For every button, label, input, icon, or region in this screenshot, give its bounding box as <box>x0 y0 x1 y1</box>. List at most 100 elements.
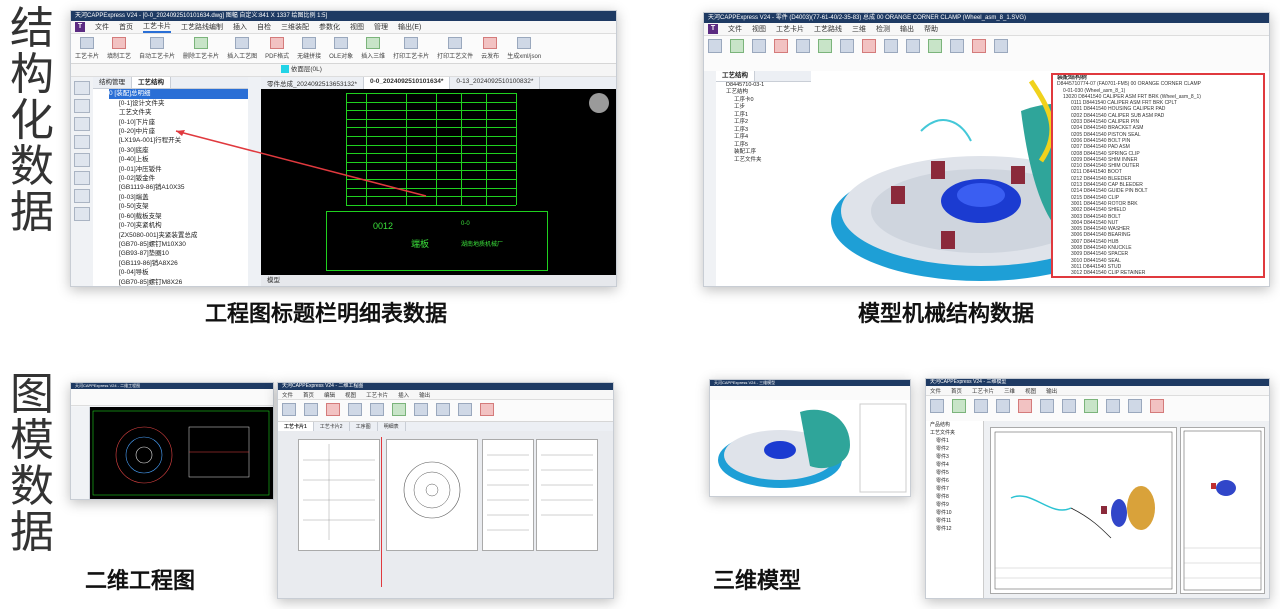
menu-item[interactable]: 文件 <box>930 387 941 395</box>
ribbon-button[interactable] <box>436 403 450 418</box>
document-tab[interactable]: 明细表 <box>378 422 406 431</box>
ribbon-button[interactable] <box>282 403 296 418</box>
menu-item[interactable]: 视图 <box>1025 387 1036 395</box>
menu-item[interactable]: 编辑 <box>324 391 335 399</box>
tree-item[interactable]: 工步 <box>726 104 811 112</box>
menu-item[interactable]: 帮助 <box>924 24 938 34</box>
tree-item[interactable]: 零件12 <box>930 525 983 533</box>
ribbon-button[interactable] <box>708 39 722 68</box>
ribbon-button[interactable] <box>480 403 494 418</box>
drawing-sheet[interactable] <box>482 439 534 551</box>
menu-item[interactable]: 工艺卡片 <box>776 24 804 34</box>
document-tab[interactable]: 工序图 <box>350 422 378 431</box>
menu-item[interactable]: 首页 <box>951 387 962 395</box>
menu-item[interactable]: 视图 <box>752 24 766 34</box>
ribbon-button[interactable] <box>950 39 964 68</box>
menu-item[interactable]: 工艺卡片 <box>366 391 388 399</box>
ribbon-button[interactable] <box>994 39 1008 68</box>
ribbon-button[interactable] <box>1106 399 1120 418</box>
tree-item[interactable]: 零件3 <box>930 453 983 461</box>
ribbon-button[interactable] <box>326 403 340 418</box>
tree-item[interactable]: 产品结构 <box>930 421 983 429</box>
process-sheet[interactable] <box>990 427 1177 594</box>
ribbon-button[interactable] <box>796 39 810 68</box>
bom-item[interactable]: 3013 D8441540 SENSOR <box>1057 277 1263 279</box>
ribbon-button[interactable] <box>1018 399 1032 418</box>
category-char: 构 <box>10 49 54 100</box>
tree-item[interactable]: 工序4 <box>726 134 811 142</box>
ribbon-button[interactable] <box>414 403 428 418</box>
cad-drawing-canvas[interactable] <box>89 407 273 499</box>
menu-item[interactable]: 工艺卡片 <box>972 387 994 395</box>
ribbon-button[interactable] <box>774 39 788 68</box>
menu-item[interactable]: 首页 <box>303 391 314 399</box>
tree-item[interactable]: D8445710-03-1 <box>726 82 811 90</box>
tree-item[interactable]: 装配工序 <box>726 149 811 157</box>
menu-item[interactable]: 插入 <box>398 391 409 399</box>
tree-item[interactable]: 工序1 <box>726 112 811 120</box>
ribbon-button[interactable] <box>458 403 472 418</box>
ribbon-toolbar <box>704 36 1269 72</box>
ribbon-button[interactable] <box>1040 399 1054 418</box>
ribbon-button[interactable] <box>730 39 744 68</box>
tree-item[interactable]: 工艺结构 <box>726 89 811 97</box>
ribbon-button[interactable] <box>1150 399 1164 418</box>
ribbon-button[interactable] <box>906 39 920 68</box>
tree-item[interactable]: 零件11 <box>930 517 983 525</box>
3d-model-viewport[interactable]: 装配结构树 D8445710774-07 (FA0701-FM5) 00 ORA… <box>811 71 1269 286</box>
tree-item[interactable]: 零件2 <box>930 445 983 453</box>
tree-item[interactable]: 工艺文件夹 <box>726 157 811 165</box>
drawing-sheet[interactable] <box>536 439 598 551</box>
ribbon-button[interactable] <box>974 399 988 418</box>
menu-item[interactable]: 文件 <box>728 24 742 34</box>
menu-item[interactable]: 视图 <box>345 391 356 399</box>
tree-item[interactable]: 零件1 <box>930 437 983 445</box>
window-title: 天河CAPPExpress V24 - 三维模型 <box>926 379 1269 386</box>
tree-item[interactable]: 零件10 <box>930 509 983 517</box>
tree-item[interactable]: 工序5 <box>726 142 811 150</box>
3d-model-viewport[interactable] <box>710 400 910 496</box>
menu-item[interactable]: 输出 <box>1046 387 1057 395</box>
menu-item[interactable]: 三维 <box>1004 387 1015 395</box>
tree-item[interactable]: 工艺文件夹 <box>930 429 983 437</box>
menu-item[interactable]: 输出 <box>900 24 914 34</box>
drawing-sheet[interactable] <box>298 439 380 551</box>
tree-item[interactable]: 工序3 <box>726 127 811 135</box>
ribbon-button[interactable] <box>1128 399 1142 418</box>
ribbon-button[interactable] <box>370 403 384 418</box>
menu-item[interactable]: 输出 <box>419 391 430 399</box>
tree-item[interactable]: 零件8 <box>930 493 983 501</box>
ribbon-button[interactable] <box>884 39 898 68</box>
tree-item[interactable]: 零件6 <box>930 477 983 485</box>
ribbon-button[interactable] <box>928 39 942 68</box>
drawing-sheet[interactable] <box>386 439 478 551</box>
ribbon-button[interactable] <box>972 39 986 68</box>
tree-item[interactable]: 零件7 <box>930 485 983 493</box>
ribbon-button[interactable] <box>304 403 318 418</box>
menu-item[interactable]: 检测 <box>876 24 890 34</box>
ribbon-button[interactable] <box>752 39 766 68</box>
tree-item[interactable]: 零件9 <box>930 501 983 509</box>
menu-item[interactable]: 文件 <box>282 391 293 399</box>
ribbon-button[interactable] <box>1084 399 1098 418</box>
ribbon-button[interactable] <box>952 399 966 418</box>
process-sheet[interactable] <box>1180 427 1265 594</box>
tree-item[interactable]: 工序2 <box>726 119 811 127</box>
menu-item[interactable]: 三维 <box>852 24 866 34</box>
ribbon-button[interactable] <box>840 39 854 68</box>
menu-item[interactable]: 工艺路线 <box>814 24 842 34</box>
ribbon-button[interactable] <box>1062 399 1076 418</box>
ribbon-button[interactable] <box>862 39 876 68</box>
document-tab[interactable]: 工艺卡片2 <box>314 422 350 431</box>
tree-item[interactable]: 工序卡0 <box>726 97 811 105</box>
ribbon-button[interactable] <box>930 399 944 418</box>
tree-item[interactable]: 零件4 <box>930 461 983 469</box>
ribbon-button[interactable] <box>392 403 406 418</box>
tree-item[interactable]: 零件5 <box>930 469 983 477</box>
ribbon-button[interactable] <box>818 39 832 68</box>
document-tab[interactable]: 工艺卡片1 <box>278 422 314 431</box>
category-char: 图 <box>10 369 54 420</box>
ribbon-button[interactable] <box>996 399 1010 418</box>
ribbon-button[interactable] <box>348 403 362 418</box>
tab-process-structure[interactable]: 工艺结构 <box>716 71 755 81</box>
